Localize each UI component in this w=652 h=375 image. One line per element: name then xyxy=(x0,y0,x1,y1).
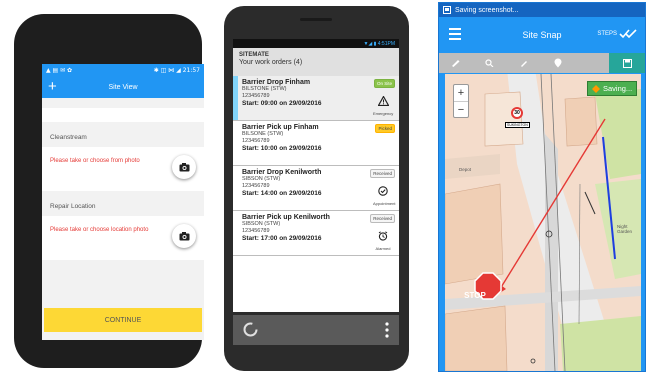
priority-indicator: Alarmed xyxy=(373,228,393,251)
site-view-screen: ▲ ▤ ✉ ✿ ✱ ◫ ⋈ ◢ 21:57 + Site View Cleans… xyxy=(42,64,204,340)
check-circle-icon xyxy=(378,186,388,196)
photo-row-repair-location[interactable]: Please take or choose location photo xyxy=(42,216,204,260)
status-left-icons: ▲ ▤ ✉ ✿ xyxy=(46,66,73,74)
work-orders-screen: ▼◢ ▮ 4:51PM SITEMATE Your work orders (4… xyxy=(233,39,399,312)
save-icon xyxy=(622,58,632,68)
photo-prompt: Please take or choose from photo xyxy=(50,158,140,164)
priority-label: Appointment xyxy=(373,201,396,206)
save-tool-button[interactable] xyxy=(609,53,645,73)
work-order-start: Start: 10:00 on 29/09/2016 xyxy=(242,145,322,152)
section-label-cleanstream: Cleanstream xyxy=(42,122,204,147)
camera-icon xyxy=(179,231,189,240)
phone-site-snap: Saving screenshot... Site Snap STEPS + −… xyxy=(438,2,646,372)
map-background xyxy=(445,74,641,371)
phone-site-view: ▲ ▤ ✉ ✿ ✱ ◫ ⋈ ◢ 21:57 + Site View Cleans… xyxy=(14,14,204,368)
map-label-night-garden: Night Garden xyxy=(617,224,633,234)
camera-button[interactable] xyxy=(172,224,196,248)
app-name: SITEMATE xyxy=(239,52,269,58)
marker-tool-button[interactable] xyxy=(507,53,541,73)
camera-button[interactable] xyxy=(172,155,196,179)
map-label-depot: Depot xyxy=(459,167,472,172)
work-order-item[interactable]: Barrier Drop Kenilworth SIBSON (STW) 123… xyxy=(233,166,399,211)
status-badge: On Site xyxy=(373,79,395,88)
status-badge: Received xyxy=(370,169,395,178)
double-check-icon xyxy=(619,29,637,39)
section-label-repair-location: Repair Location xyxy=(42,191,204,216)
work-order-item[interactable]: Barrier Drop Finham BILSTONE (STW) 12345… xyxy=(233,76,399,121)
speaker-grille xyxy=(300,18,332,21)
location-tool-button[interactable] xyxy=(541,53,575,73)
zoom-out-button[interactable]: − xyxy=(454,101,468,117)
work-order-ref: 123456789 xyxy=(242,138,270,144)
steps-button[interactable]: STEPS xyxy=(597,29,637,39)
zoom-controls: + − xyxy=(453,84,469,118)
status-message: Saving screenshot... xyxy=(455,6,519,14)
bottom-bar xyxy=(233,315,399,345)
work-order-item[interactable]: Barrier Pick up Finham BILSONE (STW) 123… xyxy=(233,121,399,166)
add-icon[interactable]: + xyxy=(48,77,57,97)
street-name-sign[interactable]: SUKINGTON xyxy=(505,122,530,128)
steps-label: STEPS xyxy=(597,31,617,37)
continue-button[interactable]: CONTINUE xyxy=(44,308,202,332)
app-bar-title: Site View xyxy=(108,83,138,91)
location-pin-icon xyxy=(554,58,562,68)
work-order-title: Barrier Pick up Finham xyxy=(242,124,319,131)
speed-limit-sign[interactable]: 30 xyxy=(511,107,523,119)
status-badge: Received xyxy=(370,214,395,223)
saving-label: Saving... xyxy=(603,84,633,93)
saving-indicator: Saving... xyxy=(587,81,638,96)
status-badge: Picked xyxy=(375,124,395,133)
status-right-icons: ✱ ◫ ⋈ ◢ 21:57 xyxy=(153,66,200,74)
zoom-in-button[interactable]: + xyxy=(454,85,468,101)
app-bar: + Site View xyxy=(42,76,204,98)
status-bar: ▼◢ ▮ 4:51PM xyxy=(233,39,399,48)
priority-indicator: Appointment xyxy=(373,183,396,206)
phone-work-orders: ▼◢ ▮ 4:51PM SITEMATE Your work orders (4… xyxy=(224,6,409,371)
search-icon xyxy=(485,59,494,67)
priority-label: Emergency xyxy=(373,111,394,116)
work-order-location: BILSTONE (STW) xyxy=(242,86,287,92)
map-view[interactable]: + − 30 SUKINGTON Depot Night Garden STOP xyxy=(445,74,641,371)
camera-icon xyxy=(179,162,189,171)
work-order-location: BILSONE (STW) xyxy=(242,131,284,137)
status-bar: ▲ ▤ ✉ ✿ ✱ ◫ ⋈ ◢ 21:57 xyxy=(42,64,204,76)
stop-sign[interactable]: STOP xyxy=(461,291,489,300)
list-header: SITEMATE Your work orders (4) xyxy=(233,48,399,76)
map-toolbar xyxy=(439,53,645,73)
marker-icon xyxy=(521,61,527,67)
photo-row-cleanstream[interactable]: Please take or choose from photo xyxy=(42,147,204,191)
overflow-menu-icon[interactable] xyxy=(385,322,389,338)
app-title: Site Snap xyxy=(522,30,562,40)
spacer xyxy=(42,98,204,108)
saving-diamond-icon xyxy=(592,84,600,93)
selection-bar xyxy=(233,76,238,120)
hamburger-menu-icon[interactable] xyxy=(449,28,461,43)
warning-icon xyxy=(376,95,390,107)
pencil-tool-button[interactable] xyxy=(439,53,473,73)
sync-icon[interactable] xyxy=(242,321,259,338)
blank-row xyxy=(42,108,204,122)
photo-prompt: Please take or choose location photo xyxy=(50,227,149,233)
status-bar: Saving screenshot... xyxy=(439,3,645,17)
work-order-item[interactable]: Barrier Pick up Kenilworth SIBSON (STW) … xyxy=(233,211,399,256)
priority-label: Alarmed xyxy=(375,246,391,251)
pencil-icon xyxy=(452,60,460,67)
work-orders-count: Your work orders (4) xyxy=(239,59,303,66)
work-order-title: Barrier Drop Finham xyxy=(242,79,311,86)
search-tool-button[interactable] xyxy=(473,53,507,73)
alarm-clock-icon xyxy=(378,231,388,241)
priority-indicator: Emergency xyxy=(373,93,393,116)
screenshot-icon xyxy=(443,6,451,14)
app-bar: Site Snap STEPS xyxy=(439,17,645,53)
